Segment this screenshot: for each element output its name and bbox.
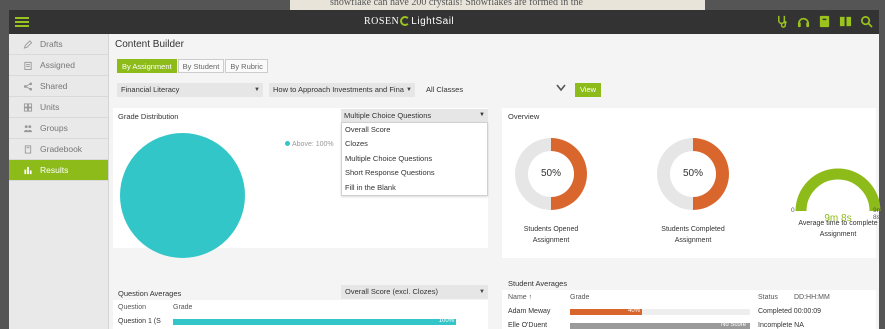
library-icon[interactable] <box>839 15 852 28</box>
sidebar-item-label: Drafts <box>40 39 63 49</box>
sidebar-item-units[interactable]: Units <box>9 97 108 118</box>
headphones-icon[interactable] <box>797 15 810 28</box>
gauge-min-label: 0 <box>791 207 795 214</box>
avg-time-gauge <box>795 168 881 212</box>
search-icon[interactable] <box>860 15 873 28</box>
main-content: Content Builder By Assignment By Student… <box>109 34 882 329</box>
question-averages-label: Question Averages <box>118 289 182 298</box>
groups-icon <box>23 125 33 133</box>
completed-value: 50% <box>670 151 716 197</box>
caret-down-icon: ▼ <box>406 87 412 93</box>
sidebar-item-results[interactable]: Results <box>9 160 108 181</box>
view-button[interactable]: View <box>575 83 601 97</box>
student-name[interactable]: Adam Meway <box>508 308 550 315</box>
sidebar-item-assigned[interactable]: Assigned <box>9 55 108 76</box>
brand-lightsail: LightSail <box>411 16 455 27</box>
caret-down-icon: ▼ <box>479 112 485 118</box>
score-type-select[interactable]: Overall Score (excl. Clozes) ▼ <box>341 285 488 299</box>
legend-dot <box>285 141 290 146</box>
student-grade-track: 40% <box>570 308 750 315</box>
book-icon[interactable] <box>818 15 831 28</box>
assignment-select-value: How to Approach Investments and Fina <box>273 85 404 94</box>
pencil-icon <box>23 40 33 49</box>
sidebar-item-label: Gradebook <box>40 144 83 154</box>
grade-distribution-pie <box>120 133 245 258</box>
menu-option-fill-in-blank[interactable]: Fill in the Blank <box>342 181 487 195</box>
classes-select[interactable]: All Classes <box>422 83 522 97</box>
student-grade-label: No Score <box>720 322 746 328</box>
sidebar-item-shared[interactable]: Shared <box>9 76 108 97</box>
sidebar: Drafts Assigned Shared Units Groups Grad… <box>9 34 109 329</box>
student-name[interactable]: Elle O'Duent <box>508 322 547 329</box>
classes-select-value: All Classes <box>426 85 464 94</box>
brand-swirl-icon <box>400 16 411 26</box>
sidebar-item-label: Assigned <box>40 60 75 70</box>
background-text: snowflake can have 200 crystals! Snowfla… <box>330 0 583 8</box>
hamburger-menu-icon[interactable] <box>15 15 31 29</box>
student-grade-track: No Score <box>570 322 750 329</box>
opened-value: 50% <box>528 151 574 197</box>
brand-logo: ROSEN LightSail <box>364 16 454 27</box>
sidebar-item-label: Units <box>40 102 60 112</box>
sidebar-item-label: Results <box>40 165 69 175</box>
question-grade-label: 100% <box>438 318 454 324</box>
caret-down-icon: ▼ <box>254 87 260 93</box>
column-header-grade: Grade <box>173 304 193 311</box>
content-select-value: Financial Literacy <box>121 85 180 94</box>
assignment-select[interactable]: How to Approach Investments and Fina ▼ <box>269 83 415 97</box>
question-type-select-value: Multiple Choice Questions <box>344 111 432 120</box>
stethoscope-icon[interactable] <box>776 15 789 28</box>
legend-text: Above: 100% <box>292 141 334 148</box>
brand-rosen: ROSEN <box>364 16 400 27</box>
chevron-down-icon[interactable] <box>556 84 566 92</box>
page-title: Content Builder <box>115 39 184 50</box>
student-status: Incomplete NA <box>758 322 804 329</box>
bar-chart-icon <box>24 166 32 175</box>
menu-option-multiple-choice[interactable]: Multiple Choice Questions <box>342 152 487 166</box>
sidebar-item-drafts[interactable]: Drafts <box>9 34 108 55</box>
sidebar-item-label: Shared <box>40 81 68 91</box>
menu-option-overall-score[interactable]: Overall Score <box>342 123 487 137</box>
top-bar: ROSEN LightSail <box>9 10 879 34</box>
student-status: Completed 00:00:09 <box>758 308 822 315</box>
student-grade-label: 40% <box>627 308 640 314</box>
tab-by-student[interactable]: By Student <box>177 59 225 73</box>
share-icon <box>23 82 33 91</box>
avg-time-caption: Average time to complete Assignment <box>798 220 878 238</box>
question-name[interactable]: Question 1 (S <box>118 318 161 325</box>
sidebar-item-gradebook[interactable]: Gradebook <box>9 139 108 160</box>
background-page: snowflake can have 200 crystals! Snowfla… <box>290 0 705 10</box>
content-select[interactable]: Financial Literacy ▼ <box>117 83 263 97</box>
question-grade-track: 100% <box>173 318 456 325</box>
opened-donut: 50% <box>515 138 587 210</box>
pie-legend: Above: 100% <box>285 141 334 148</box>
units-icon <box>23 103 33 112</box>
clipboard-icon <box>24 61 32 70</box>
menu-option-short-response[interactable]: Short Response Questions <box>342 166 487 180</box>
column-header-name[interactable]: Name ↑ <box>508 294 532 301</box>
question-type-select[interactable]: Multiple Choice Questions ▼ <box>341 109 488 122</box>
caret-down-icon: ▼ <box>479 289 485 295</box>
column-header-question: Question <box>118 304 147 311</box>
tab-by-rubric[interactable]: By Rubric <box>225 59 268 73</box>
grade-distribution-label: Grade Distribution <box>118 112 179 121</box>
gradebook-icon <box>24 145 32 154</box>
column-header-grade[interactable]: Grade <box>570 294 589 301</box>
column-header-status[interactable]: Status <box>758 294 778 301</box>
sidebar-item-groups[interactable]: Groups <box>9 118 108 139</box>
score-type-select-value: Overall Score (excl. Clozes) <box>345 287 438 296</box>
completed-donut: 50% <box>657 138 729 210</box>
question-grade-bar <box>173 319 456 325</box>
opened-caption: Students Opened Assignment <box>523 226 579 244</box>
sidebar-item-label: Groups <box>40 123 68 133</box>
question-type-menu: Overall Score Clozes Multiple Choice Que… <box>341 122 488 196</box>
tab-by-assignment[interactable]: By Assignment <box>117 59 177 73</box>
overview-label: Overview <box>508 112 540 121</box>
student-averages-label: Student Averages <box>508 279 568 288</box>
menu-option-clozes[interactable]: Clozes <box>342 137 487 151</box>
report-tabs: By Assignment By Student By Rubric <box>117 59 269 73</box>
completed-caption: Students Completed Assignment <box>661 226 725 244</box>
column-header-time[interactable]: DD:HH:MM <box>794 294 830 301</box>
